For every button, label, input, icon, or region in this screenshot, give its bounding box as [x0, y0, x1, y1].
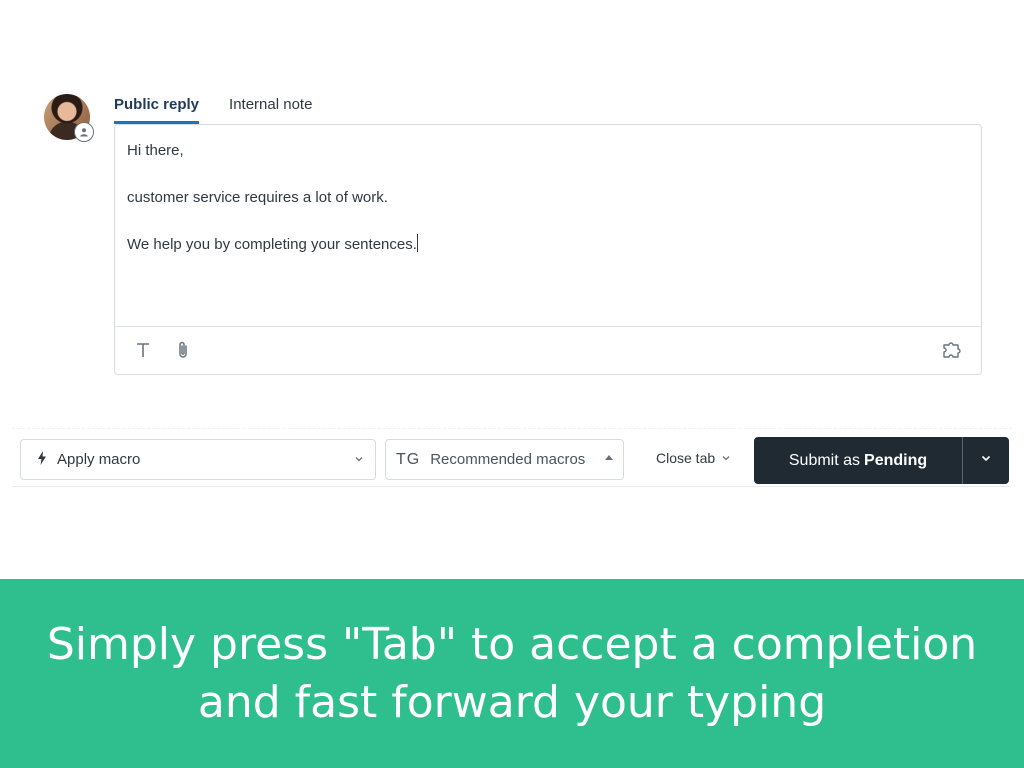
composer-tabs: Public reply Internal note: [114, 92, 312, 124]
submit-button-group: Submit as Pending: [754, 437, 1009, 484]
user-icon: [74, 122, 94, 142]
caption-banner: Simply press "Tab" to accept a completio…: [0, 579, 1024, 768]
caption-line-2: and fast forward your typing: [197, 676, 827, 728]
agent-avatar: [44, 94, 94, 142]
chevron-down-icon: [353, 452, 365, 469]
submit-prefix: Submit as: [788, 451, 861, 469]
lightning-icon: [37, 450, 47, 469]
paperclip-icon[interactable]: [171, 338, 195, 362]
editor-line-text: We help you by completing your sentences…: [127, 236, 417, 253]
submit-status: Pending: [864, 451, 928, 469]
footer-divider: [12, 486, 1010, 487]
reply-editor[interactable]: Hi there, customer service requires a lo…: [114, 124, 982, 375]
editor-line: Hi there,: [127, 142, 184, 159]
text-caret: [416, 234, 418, 252]
tab-internal-note[interactable]: Internal note: [229, 92, 312, 124]
close-tab-label: Close tab: [656, 450, 716, 466]
recommended-macros-label: Recommended macros: [430, 451, 586, 468]
submit-button[interactable]: Submit as Pending: [754, 437, 962, 484]
caret-up-icon: [605, 455, 613, 460]
section-divider: [12, 428, 1012, 429]
tab-public-reply[interactable]: Public reply: [114, 92, 200, 124]
editor-body[interactable]: Hi there, customer service requires a lo…: [115, 125, 981, 327]
editor-line: customer service requires a lot of work.: [127, 189, 388, 206]
text-format-icon[interactable]: [131, 338, 155, 362]
apply-macro-label: Apply macro: [57, 451, 141, 468]
apply-macro-select[interactable]: Apply macro: [20, 439, 376, 480]
puzzle-icon[interactable]: [941, 338, 965, 362]
chevron-down-icon: [721, 450, 731, 466]
editor-line: We help you by completing your sentences…: [127, 233, 969, 257]
chevron-down-icon: [979, 451, 993, 470]
editor-toolbar: [115, 326, 981, 374]
caption-line-1: Simply press "Tab" to accept a completio…: [46, 618, 978, 670]
tg-logo-text: TG: [396, 450, 421, 468]
recommended-macros-select[interactable]: TG Recommended macros: [385, 439, 624, 480]
close-tab-button[interactable]: Close tab: [656, 450, 731, 466]
tg-logo-icon: TG: [396, 451, 420, 469]
submit-options-toggle[interactable]: [963, 437, 1009, 484]
